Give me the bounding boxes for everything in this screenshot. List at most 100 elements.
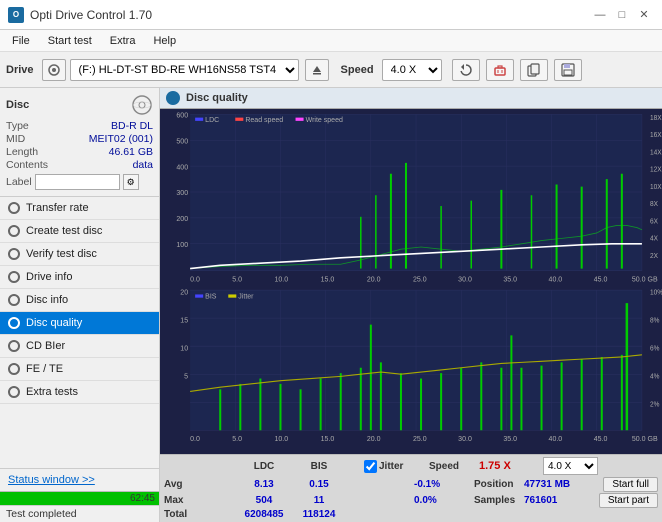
chart-title: Disc quality — [186, 92, 248, 104]
sidebar-item-disc-quality[interactable]: Disc quality — [0, 312, 159, 335]
menu-extra[interactable]: Extra — [102, 33, 144, 49]
total-label: Total — [164, 509, 234, 520]
svg-text:5: 5 — [184, 371, 188, 380]
copy-button[interactable] — [520, 59, 548, 81]
mid-value: MEIT02 (001) — [89, 133, 153, 145]
mid-label: MID — [6, 133, 25, 145]
svg-text:35.0: 35.0 — [503, 274, 517, 283]
sidebar-item-extra-tests[interactable]: Extra tests — [0, 381, 159, 404]
app-icon: O — [8, 7, 24, 23]
svg-text:30.0: 30.0 — [458, 434, 472, 443]
speed-select-stats[interactable]: 4.0 X — [543, 457, 598, 475]
nav-label-extra-tests: Extra tests — [26, 386, 78, 398]
position-val: 47731 MB — [524, 479, 570, 490]
disc-info-icon — [8, 294, 20, 306]
label-edit-btn[interactable]: ⚙ — [123, 174, 139, 190]
drive-info-icon — [8, 271, 20, 283]
svg-text:100: 100 — [176, 240, 188, 249]
titlebar-left: O Opti Drive Control 1.70 — [8, 7, 152, 23]
avg-bis: 0.15 — [294, 479, 344, 490]
disc-quality-icon — [8, 317, 20, 329]
svg-text:45.0: 45.0 — [594, 434, 608, 443]
svg-text:15.0: 15.0 — [321, 274, 335, 283]
max-bis: 11 — [294, 495, 344, 506]
erase-button[interactable] — [486, 59, 514, 81]
contents-label: Contents — [6, 159, 48, 171]
sidebar-item-disc-info[interactable]: Disc info — [0, 289, 159, 312]
disc-icon — [131, 94, 153, 116]
nav-label-drive-info: Drive info — [26, 271, 72, 283]
svg-text:0.0: 0.0 — [190, 434, 200, 443]
type-value: BD-R DL — [111, 120, 153, 132]
save-button[interactable] — [554, 59, 582, 81]
nav-label-verify: Verify test disc — [26, 248, 97, 260]
label-input[interactable] — [35, 174, 120, 190]
svg-text:0.0: 0.0 — [190, 274, 200, 283]
close-button[interactable]: ✕ — [634, 5, 654, 25]
chart-area: Disc quality — [160, 88, 662, 522]
svg-text:10.0: 10.0 — [274, 274, 288, 283]
nav-label-disc-quality: Disc quality — [26, 317, 82, 329]
svg-text:500: 500 — [176, 136, 188, 145]
sidebar: Disc TypeBD-R DL MIDMEIT02 (001) Length4… — [0, 88, 160, 522]
start-part-button[interactable]: Start part — [599, 493, 658, 508]
svg-text:25.0: 25.0 — [413, 434, 427, 443]
svg-text:30.0: 30.0 — [458, 274, 472, 283]
sidebar-item-transfer-rate[interactable]: Transfer rate — [0, 197, 159, 220]
menu-help[interactable]: Help — [145, 33, 184, 49]
speed-select[interactable]: 4.0 X — [382, 59, 442, 81]
svg-text:15: 15 — [180, 315, 188, 324]
jitter-checkbox[interactable] — [364, 460, 377, 473]
svg-text:40.0: 40.0 — [549, 434, 563, 443]
svg-text:4%: 4% — [650, 373, 659, 380]
total-ldc: 6208485 — [234, 509, 294, 520]
minimize-button[interactable]: — — [590, 5, 610, 25]
svg-text:18X: 18X — [650, 115, 662, 122]
menu-file[interactable]: File — [4, 33, 38, 49]
svg-text:BIS: BIS — [205, 292, 216, 301]
status-text: Test completed — [0, 505, 159, 522]
svg-text:8X: 8X — [650, 201, 658, 208]
menubar: File Start test Extra Help — [0, 30, 662, 52]
menu-start-test[interactable]: Start test — [40, 33, 100, 49]
svg-text:600: 600 — [176, 110, 188, 119]
svg-text:200: 200 — [176, 214, 188, 223]
contents-value: data — [133, 159, 153, 171]
nav-label-create-test: Create test disc — [26, 225, 102, 237]
progress-bar-container: 62:45 — [0, 491, 159, 505]
svg-text:Write speed: Write speed — [306, 115, 343, 124]
total-bis: 118124 — [294, 509, 344, 520]
length-value: 46.61 GB — [109, 146, 153, 158]
svg-text:16X: 16X — [650, 132, 662, 139]
start-full-button[interactable]: Start full — [603, 477, 658, 492]
svg-text:LDC: LDC — [205, 115, 219, 124]
sidebar-item-fe-te[interactable]: FE / TE — [0, 358, 159, 381]
stats-area: LDC BIS Jitter Speed 1.75 X 4.0 X Avg 8.… — [160, 454, 662, 522]
status-window-button[interactable]: Status window >> — [0, 468, 159, 491]
sidebar-item-cd-bier[interactable]: CD BIer — [0, 335, 159, 358]
sidebar-item-drive-info[interactable]: Drive info — [0, 266, 159, 289]
fe-te-icon — [8, 363, 20, 375]
svg-text:10X: 10X — [650, 184, 662, 191]
drive-select[interactable]: (F:) HL-DT-ST BD-RE WH16NS58 TST4 — [70, 59, 299, 81]
drive-icon-btn[interactable] — [42, 59, 66, 81]
cd-bier-icon — [8, 340, 20, 352]
maximize-button[interactable]: □ — [612, 5, 632, 25]
position-label: Position — [474, 479, 524, 490]
sidebar-item-verify-test-disc[interactable]: Verify test disc — [0, 243, 159, 266]
refresh-button[interactable] — [452, 59, 480, 81]
svg-text:50.0 GB: 50.0 GB — [632, 434, 658, 443]
svg-text:20.0: 20.0 — [367, 274, 381, 283]
sidebar-item-create-test-disc[interactable]: Create test disc — [0, 220, 159, 243]
verify-icon — [8, 248, 20, 260]
svg-text:400: 400 — [176, 162, 188, 171]
speed-val: 1.75 X — [479, 460, 539, 472]
svg-text:4X: 4X — [650, 235, 658, 242]
eject-button[interactable] — [305, 59, 329, 81]
window-title: Opti Drive Control 1.70 — [30, 8, 152, 22]
svg-text:8%: 8% — [650, 317, 659, 324]
col-header-speed: Speed — [429, 461, 479, 472]
svg-text:45.0: 45.0 — [594, 274, 608, 283]
svg-text:20.0: 20.0 — [367, 434, 381, 443]
chart-header-icon — [166, 91, 180, 105]
